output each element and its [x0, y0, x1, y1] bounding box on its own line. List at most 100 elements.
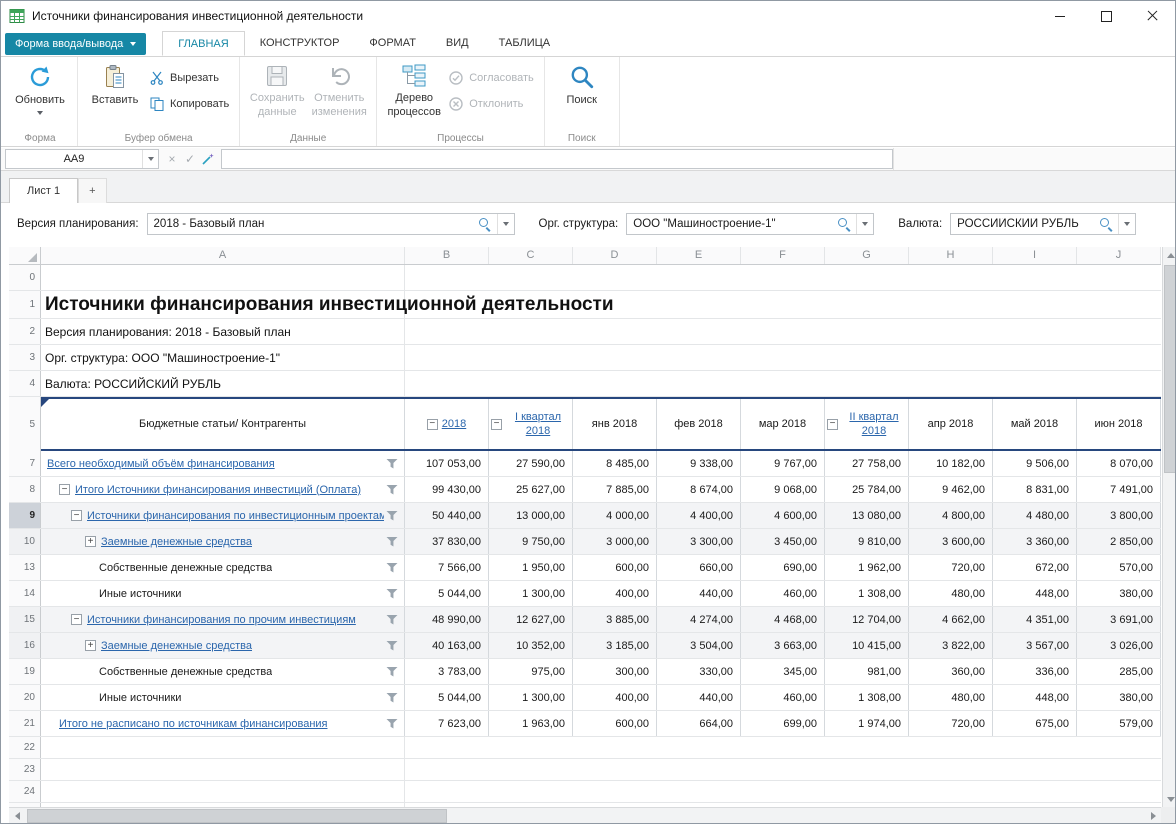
value-cell[interactable]: 3 822,00 [909, 633, 993, 658]
cell[interactable]: Валюта: РОССИЙСКИЙ РУБЛЬ [41, 371, 405, 396]
cell-name-box[interactable]: AA9 [5, 149, 159, 169]
value-cell[interactable]: 3 783,00 [405, 659, 489, 684]
horizontal-scroll-thumb[interactable] [27, 809, 447, 823]
refresh-button[interactable]: Обновить [9, 61, 71, 133]
filter-icon[interactable] [386, 667, 398, 677]
scroll-down-icon[interactable] [1163, 791, 1176, 807]
header-cell[interactable]: −I квартал 2018 [489, 399, 573, 449]
value-cell[interactable]: 285,00 [1077, 659, 1161, 684]
column-header-G[interactable]: G [825, 247, 909, 264]
ribbon-tab[interactable]: ФОРМАТ [354, 31, 431, 56]
value-cell[interactable]: 1 963,00 [489, 711, 573, 736]
expand-icon[interactable]: + [85, 536, 96, 547]
value-cell[interactable]: 360,00 [909, 659, 993, 684]
value-cell[interactable]: 48 990,00 [405, 607, 489, 632]
column-header-E[interactable]: E [657, 247, 741, 264]
value-cell[interactable]: 448,00 [993, 581, 1077, 606]
header-label[interactable]: II квартал 2018 [842, 410, 906, 439]
value-cell[interactable]: 675,00 [993, 711, 1077, 736]
header-cell[interactable]: янв 2018 [573, 399, 657, 449]
value-cell[interactable]: 3 567,00 [993, 633, 1077, 658]
row-header[interactable]: 1 [9, 291, 41, 318]
value-cell[interactable]: 27 590,00 [489, 451, 573, 476]
value-cell[interactable]: 37 830,00 [405, 529, 489, 554]
value-cell[interactable]: 7 491,00 [1077, 477, 1161, 502]
header-cell[interactable]: −II квартал 2018 [825, 399, 909, 449]
value-cell[interactable]: 12 704,00 [825, 607, 909, 632]
cell[interactable] [405, 781, 1161, 802]
value-cell[interactable]: 699,00 [741, 711, 825, 736]
value-cell[interactable]: 600,00 [573, 555, 657, 580]
value-cell[interactable]: 4 800,00 [909, 503, 993, 528]
value-cell[interactable]: 27 758,00 [825, 451, 909, 476]
value-cell[interactable]: 1 300,00 [489, 581, 573, 606]
value-cell[interactable]: 3 663,00 [741, 633, 825, 658]
header-cell[interactable]: июн 2018 [1077, 399, 1161, 449]
row-label[interactable]: Итого не расписано по источникам финанси… [59, 718, 328, 730]
value-cell[interactable]: 10 352,00 [489, 633, 573, 658]
row-header[interactable]: 2 [9, 319, 41, 344]
row-header[interactable]: 14 [9, 581, 41, 606]
row-header[interactable]: 15 [9, 607, 41, 632]
value-cell[interactable]: 4 351,00 [993, 607, 1077, 632]
row-header[interactable]: 16 [9, 633, 41, 658]
row-label-cell[interactable]: −Источники финансирования по инвестицион… [41, 503, 405, 528]
filter-icon[interactable] [386, 563, 398, 573]
value-cell[interactable]: 4 480,00 [993, 503, 1077, 528]
row-header[interactable]: 22 [9, 737, 41, 758]
value-cell[interactable]: 380,00 [1077, 581, 1161, 606]
value-cell[interactable]: 1 308,00 [825, 581, 909, 606]
value-cell[interactable]: 4 400,00 [657, 503, 741, 528]
row-header[interactable]: 21 [9, 711, 41, 736]
process-tree-button[interactable]: Дерево процессов [383, 61, 445, 133]
value-cell[interactable]: 9 462,00 [909, 477, 993, 502]
value-cell[interactable]: 3 185,00 [573, 633, 657, 658]
value-cell[interactable]: 4 662,00 [909, 607, 993, 632]
value-cell[interactable]: 13 000,00 [489, 503, 573, 528]
row-header[interactable]: 24 [9, 781, 41, 802]
value-cell[interactable]: 9 767,00 [741, 451, 825, 476]
ribbon-tab[interactable]: ТАБЛИЦА [484, 31, 566, 56]
row-header[interactable]: 20 [9, 685, 41, 710]
value-cell[interactable]: 3 600,00 [909, 529, 993, 554]
search-icon[interactable] [838, 218, 850, 230]
function-wizard-icon[interactable] [201, 152, 215, 166]
row-header[interactable]: 3 [9, 345, 41, 370]
value-cell[interactable]: 4 468,00 [741, 607, 825, 632]
value-cell[interactable]: 330,00 [657, 659, 741, 684]
column-header-F[interactable]: F [741, 247, 825, 264]
chevron-down-icon[interactable] [1118, 214, 1135, 234]
value-cell[interactable]: 975,00 [489, 659, 573, 684]
value-cell[interactable]: 4 274,00 [657, 607, 741, 632]
cell[interactable] [405, 319, 1161, 344]
cell[interactable]: Орг. структура: ООО "Машиностроение-1" [41, 345, 405, 370]
value-cell[interactable]: 7 623,00 [405, 711, 489, 736]
value-cell[interactable]: 3 300,00 [657, 529, 741, 554]
value-cell[interactable]: 3 885,00 [573, 607, 657, 632]
value-cell[interactable]: 25 784,00 [825, 477, 909, 502]
column-header-B[interactable]: B [405, 247, 489, 264]
value-cell[interactable]: 12 627,00 [489, 607, 573, 632]
row-header[interactable]: 5 [9, 397, 41, 451]
filter-icon[interactable] [386, 615, 398, 625]
filter-icon[interactable] [386, 485, 398, 495]
value-cell[interactable]: 3 026,00 [1077, 633, 1161, 658]
row-label[interactable]: Источники финансирования по инвестиционн… [87, 510, 384, 522]
value-cell[interactable]: 720,00 [909, 711, 993, 736]
value-cell[interactable]: 9 506,00 [993, 451, 1077, 476]
chevron-down-icon[interactable] [142, 150, 158, 168]
value-cell[interactable]: 3 360,00 [993, 529, 1077, 554]
search-icon[interactable] [479, 218, 491, 230]
filter-icon[interactable] [386, 511, 398, 521]
header-cell[interactable]: −2018 [405, 399, 489, 449]
value-cell[interactable]: 1 308,00 [825, 685, 909, 710]
row-header[interactable]: 0 [9, 265, 41, 290]
cell[interactable] [41, 759, 405, 780]
value-cell[interactable]: 460,00 [741, 685, 825, 710]
value-cell[interactable]: 25 627,00 [489, 477, 573, 502]
row-label[interactable]: Заемные денежные средства [101, 640, 252, 652]
row-label-cell[interactable]: Всего необходимый объём финансирования [41, 451, 405, 476]
column-header-A[interactable]: A [41, 247, 405, 264]
planning-version-combo[interactable]: 2018 - Базовый план [147, 213, 515, 235]
column-header-C[interactable]: C [489, 247, 573, 264]
